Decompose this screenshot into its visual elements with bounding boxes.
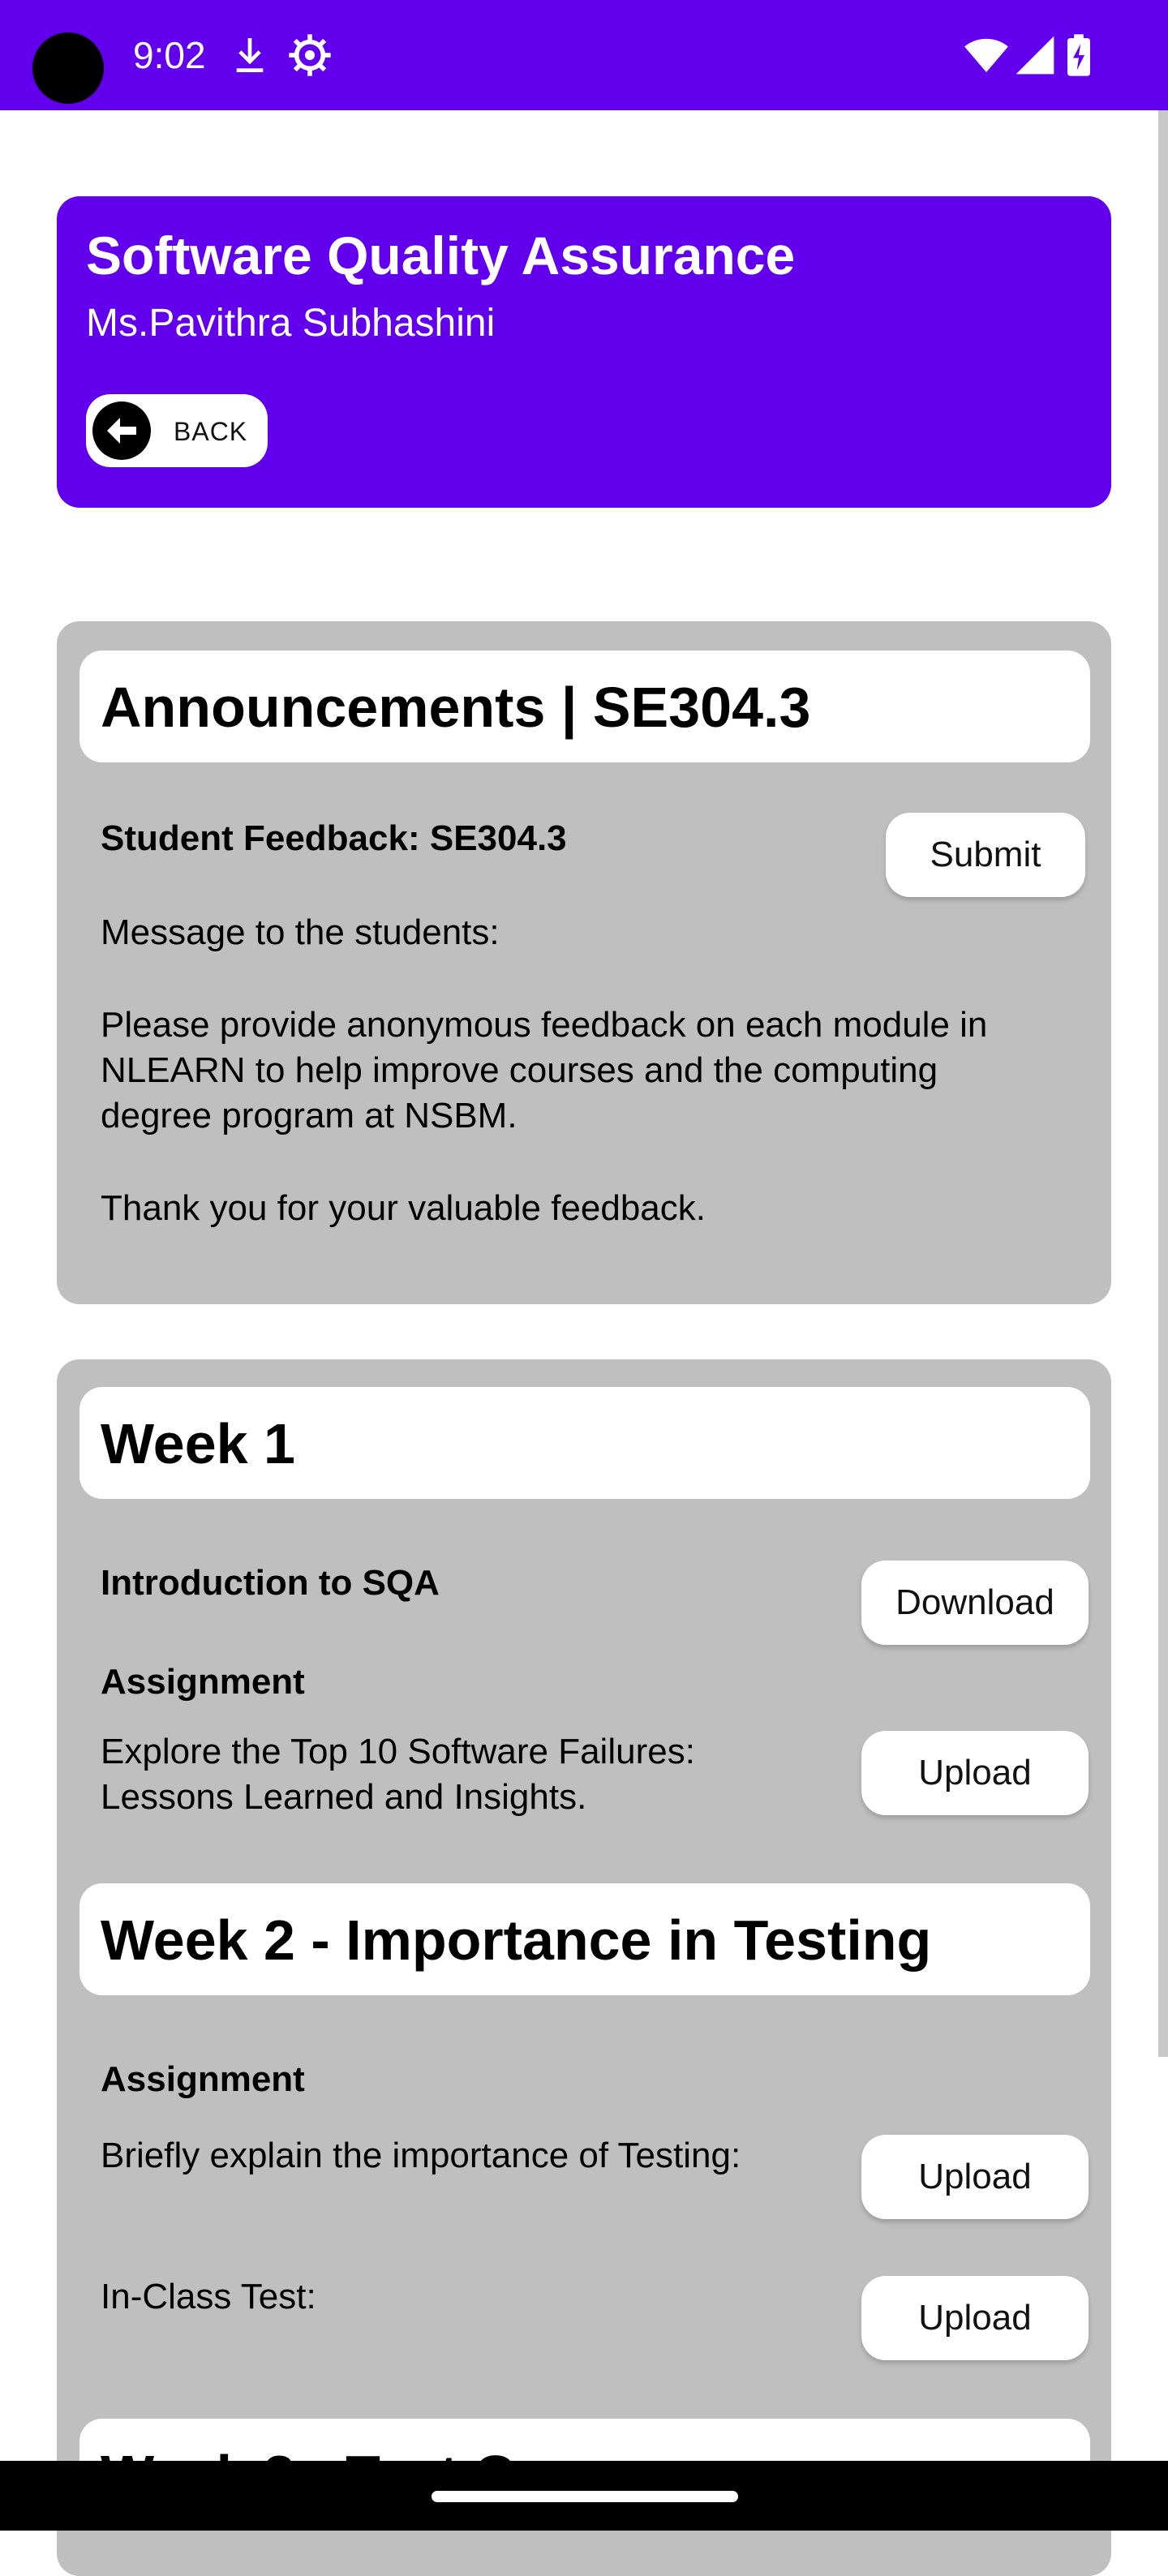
home-indicator[interactable] bbox=[432, 2491, 738, 2502]
course-title: Software Quality Assurance bbox=[86, 225, 796, 286]
week2-task-in-class-test: In-Class Test: bbox=[101, 2277, 316, 2316]
announcements-heading-text: Announcements | SE304.3 bbox=[101, 676, 811, 739]
message-line: Message to the students: bbox=[101, 912, 500, 952]
week1-upload-button[interactable]: Upload bbox=[861, 1731, 1089, 1815]
front-camera bbox=[32, 32, 104, 104]
message-line: degree program at NSBM. bbox=[101, 1096, 517, 1136]
message-line: NLEARN to help improve courses and the c… bbox=[101, 1050, 938, 1090]
week2-task-testing: Briefly explain the importance of Testin… bbox=[101, 2136, 741, 2175]
back-label: BACK bbox=[174, 417, 248, 446]
navigation-bar bbox=[0, 2461, 1168, 2531]
week1-lecture-title: Introduction to SQA bbox=[101, 1563, 440, 1603]
back-button[interactable]: BACK bbox=[86, 394, 268, 467]
message-line: Please provide anonymous feedback on eac… bbox=[101, 1005, 988, 1045]
announcements-heading: Announcements | SE304.3 bbox=[79, 650, 1090, 762]
week2-heading-text: Week 2 - Importance in Testing bbox=[101, 1908, 932, 1972]
course-header: Software Quality Assurance Ms.Pavithra S… bbox=[57, 196, 1111, 508]
wifi-icon bbox=[962, 32, 1011, 78]
announcements-section: Announcements | SE304.3 Student Feedback… bbox=[57, 621, 1111, 1304]
download-icon bbox=[227, 32, 273, 78]
scrollbar[interactable] bbox=[1158, 110, 1168, 2057]
week1-heading: Week 1 bbox=[79, 1387, 1090, 1499]
battery-charging-icon bbox=[1063, 32, 1095, 78]
week2-assignment-title: Assignment bbox=[101, 2059, 305, 2099]
week2-testing-upload-button[interactable]: Upload bbox=[861, 2135, 1089, 2219]
submit-button[interactable]: Submit bbox=[886, 813, 1085, 897]
message-line: Thank you for your valuable feedback. bbox=[101, 1188, 706, 1228]
status-time: 9:02 bbox=[133, 34, 206, 76]
week1-heading-text: Week 1 bbox=[101, 1412, 295, 1475]
week1-assignment-line: Lessons Learned and Insights. bbox=[101, 1777, 587, 1817]
lecturer-name: Ms.Pavithra Subhashini bbox=[86, 302, 496, 345]
status-bar: 9:02 bbox=[0, 0, 1168, 110]
week2-in-class-test-upload-button[interactable]: Upload bbox=[861, 2276, 1089, 2360]
feedback-title: Student Feedback: SE304.3 bbox=[101, 818, 567, 858]
signal-icon bbox=[1012, 32, 1058, 78]
settings-icon bbox=[287, 32, 333, 78]
download-button[interactable]: Download bbox=[861, 1561, 1089, 1645]
week1-assignment-line: Explore the Top 10 Software Failures: bbox=[101, 1732, 695, 1771]
arrow-left-icon bbox=[92, 401, 151, 460]
week2-heading: Week 2 - Importance in Testing bbox=[79, 1883, 1090, 1995]
weeks-section: Week 1 Introduction to SQA Download Assi… bbox=[57, 1359, 1111, 2576]
week1-assignment-title: Assignment bbox=[101, 1662, 305, 1702]
